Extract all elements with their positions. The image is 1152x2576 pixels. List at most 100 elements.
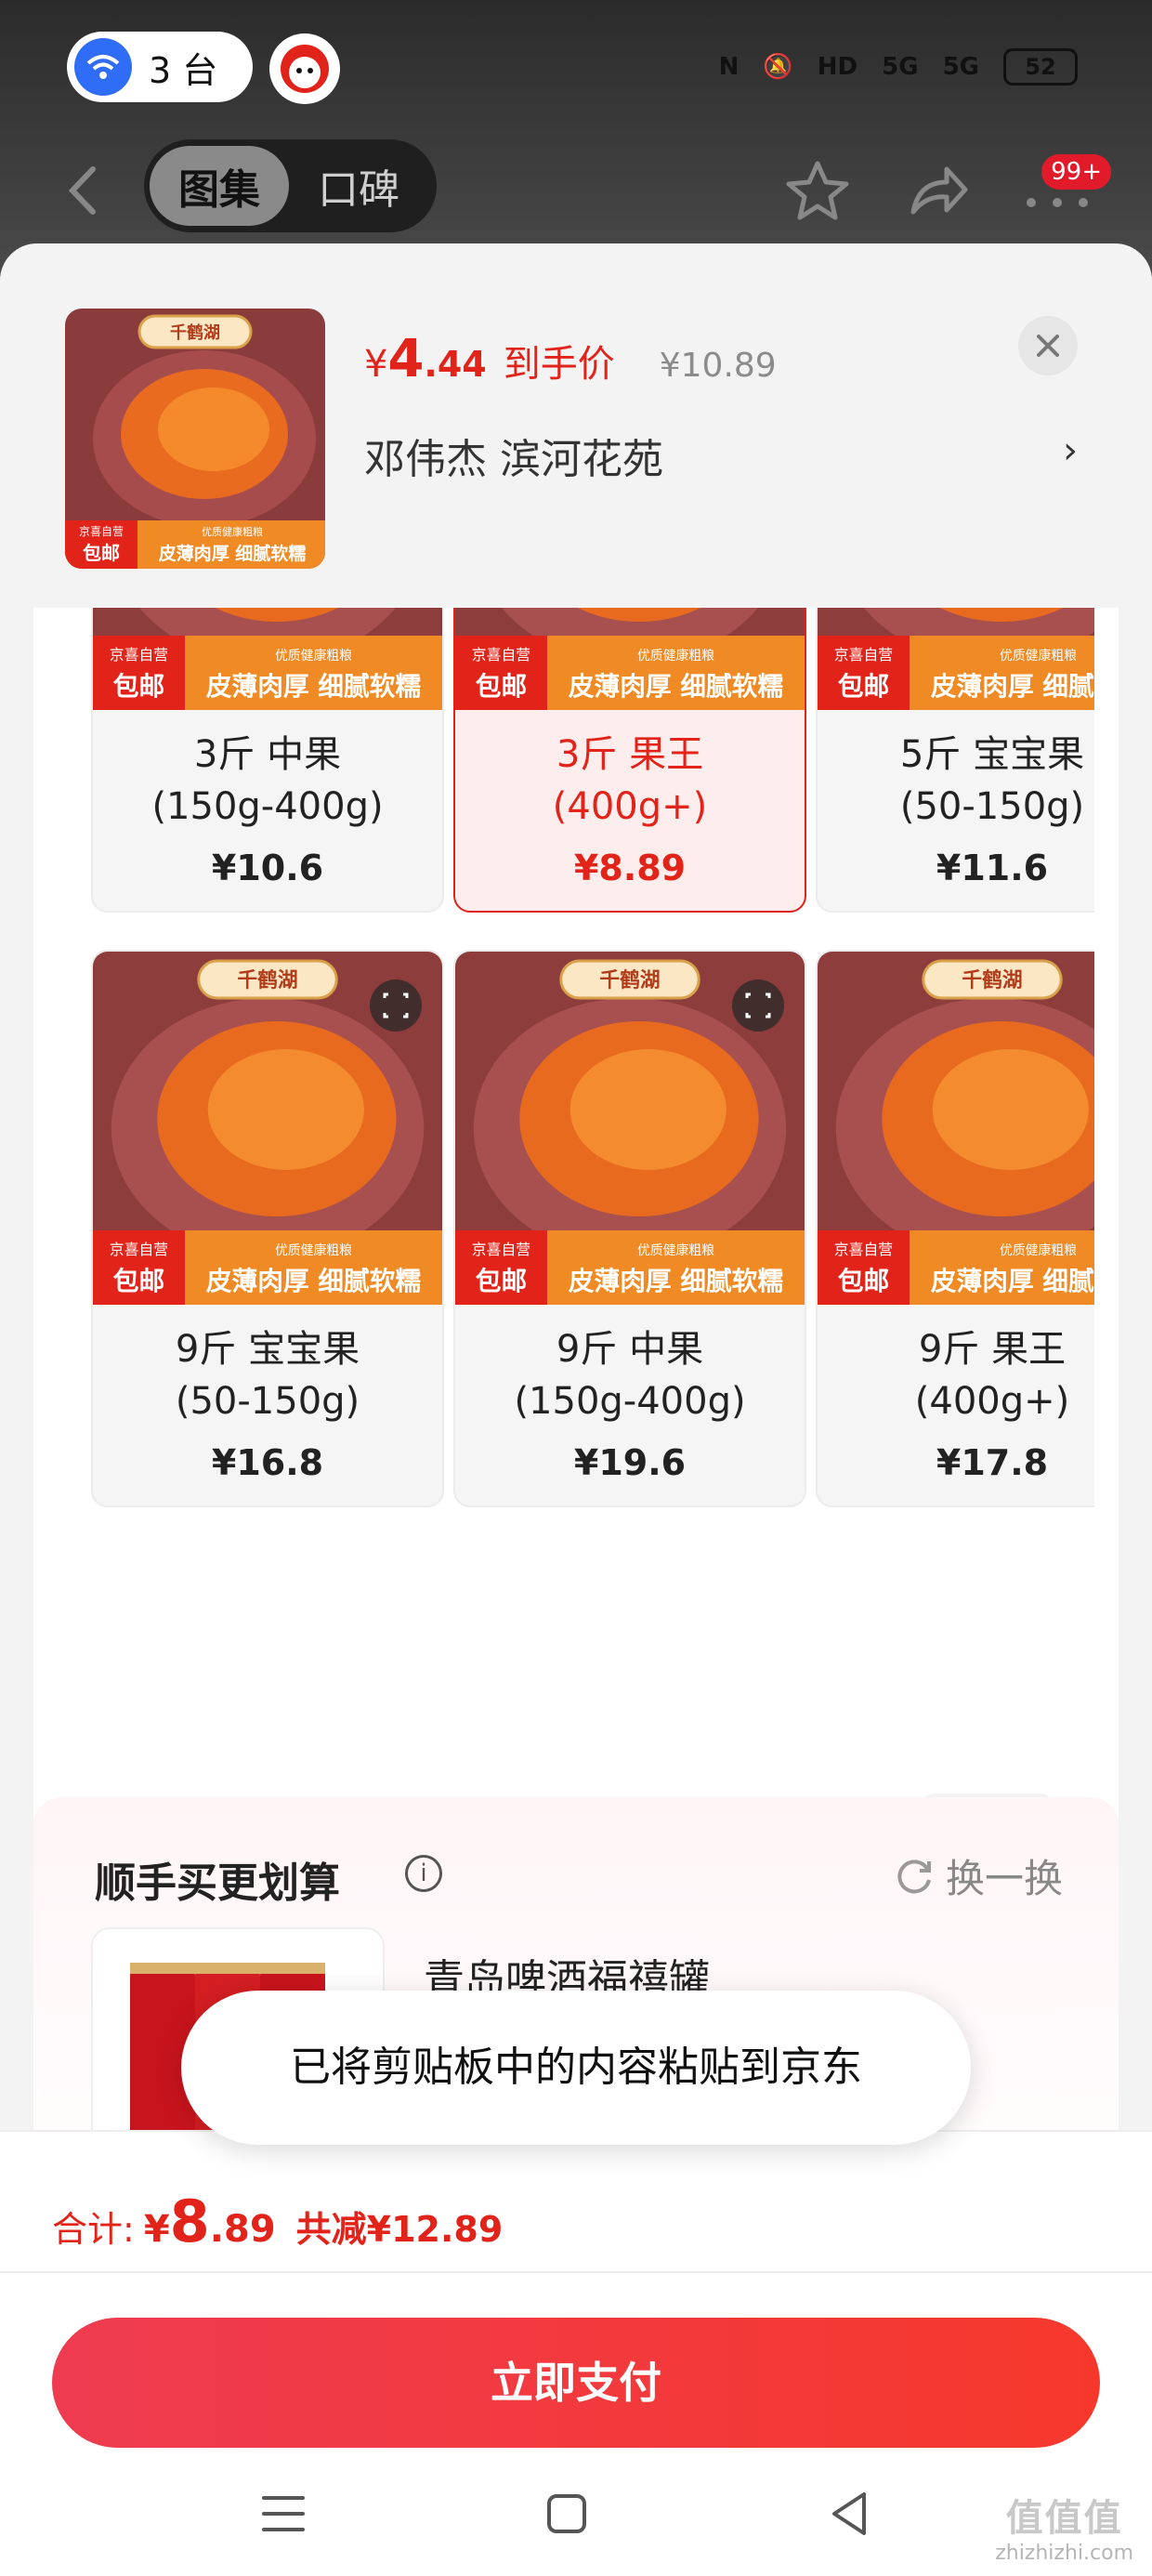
product-thumbnail[interactable]: 千鹤湖 京喜自营 包邮 优质健康粗粮 皮薄肉厚 细腻软糯 — [65, 309, 325, 569]
variant-tag-1: 京喜自营 — [834, 646, 893, 664]
variant-spec: (400g+) — [552, 785, 708, 828]
price-line: ¥4.44 到手价 ¥10.89 — [364, 329, 777, 389]
watermark-logo: 值值值 — [1005, 2497, 1123, 2540]
watermark: 值值值 zhizhizhi.com — [995, 2488, 1133, 2565]
total-row: 合计: ¥ 8 .89 共减¥12.89 — [52, 2188, 503, 2255]
variant-brand: 千鹤湖 — [237, 968, 297, 992]
star-icon[interactable] — [785, 158, 850, 223]
jd-mascot-icon — [269, 33, 340, 104]
variant-price: ¥16.8 — [211, 1442, 324, 1483]
expand-icon[interactable] — [732, 979, 784, 1032]
variant-tag-1: 京喜自营 — [110, 646, 168, 664]
share-icon[interactable] — [906, 158, 971, 223]
upsell-title: 顺手买更划算 — [95, 1860, 340, 1907]
home-icon[interactable] — [534, 2481, 599, 2546]
variant-tag-1: 京喜自营 — [472, 1241, 530, 1258]
nfc-icon: N — [718, 53, 740, 81]
pay-now-button[interactable]: 立即支付 — [52, 2318, 1100, 2448]
notification-badge: 99+ — [1041, 154, 1111, 190]
clipboard-toast: 已将剪贴板中的内容粘贴到京东 — [181, 1991, 971, 2145]
variant-spec: (150g-400g) — [151, 785, 384, 828]
variant-price: ¥8.89 — [573, 848, 687, 888]
variant-option[interactable]: 千鹤湖 京喜自营 包邮 优质健康粗粮 皮薄肉厚 细腻软糯 9斤 宝宝果 (50-150g) ¥… — [91, 950, 444, 1507]
variant-name: 3斤 果王 (400g+) — [455, 729, 805, 833]
variant-tag-2: 包邮 — [838, 1266, 890, 1296]
price-int: 4 — [387, 329, 425, 389]
hotspot-pill[interactable]: 3 台 — [67, 32, 253, 102]
hd-icon: HD — [817, 53, 858, 81]
swap-label: 换一换 — [945, 1856, 1063, 1901]
price-label: 到手价 — [503, 343, 615, 386]
tab-reviews[interactable]: 口碑 — [289, 146, 428, 226]
variant-weight: 9斤 宝宝果 — [175, 1328, 360, 1371]
thumb-slogan-small: 优质健康粗粮 — [202, 525, 263, 538]
footer-divider — [0, 2271, 1152, 2273]
variant-weight: 5斤 宝宝果 — [899, 733, 1085, 776]
variant-weight: 9斤 中果 — [556, 1328, 704, 1371]
variant-tag-1: 京喜自营 — [834, 1241, 893, 1258]
close-icon[interactable] — [1018, 316, 1078, 375]
back-icon[interactable] — [56, 158, 111, 223]
signal-icon-1: 5G — [882, 53, 919, 81]
thumb-tag-2: 包邮 — [83, 542, 120, 564]
variant-option[interactable]: 千鹤湖京喜自营包邮优质健康粗粮皮薄肉厚 细腻软糯5斤 宝宝果(50-150g)¥… — [816, 578, 1094, 913]
variant-spec: (50-150g) — [899, 785, 1085, 828]
refresh-icon — [897, 1859, 931, 1893]
variant-option[interactable]: 千鹤湖 京喜自营 包邮 优质健康粗粮 皮薄肉厚 细腻软糯 9斤 中果 (150g-400g)… — [453, 950, 806, 1507]
variant-tag-2: 包邮 — [113, 671, 165, 702]
variant-name: 5斤 宝宝果 (50-150g) — [818, 729, 1094, 833]
tab-gallery[interactable]: 图集 — [150, 146, 289, 226]
total-label: 合计: — [52, 2209, 135, 2250]
variant-weight: 3斤 果王 — [556, 733, 704, 776]
variant-price: ¥11.6 — [936, 848, 1049, 888]
variant-grid: 千鹤湖京喜自营包邮优质健康粗粮皮薄肉厚 细腻软糯3斤 中果(150g-400g)… — [91, 578, 1094, 1925]
variant-slogan: 皮薄肉厚 细腻软糯 — [206, 1266, 421, 1296]
original-price: ¥10.89 — [659, 347, 777, 385]
back-triangle-icon[interactable] — [818, 2481, 883, 2546]
variant-weight: 3斤 中果 — [193, 733, 342, 776]
variant-slogan: 皮薄肉厚 细腻软糯 — [569, 1266, 783, 1296]
price-yen: ¥ — [364, 343, 388, 386]
device-count: 3 台 — [149, 49, 218, 91]
variant-tag-2: 包邮 — [476, 671, 528, 702]
variant-price: ¥19.6 — [573, 1442, 687, 1483]
info-icon[interactable]: i — [405, 1855, 442, 1892]
variant-slogan-small: 优质健康粗粮 — [1000, 1242, 1077, 1258]
variant-name: 9斤 果王 (400g+) — [818, 1323, 1094, 1427]
chevron-right-icon[interactable]: › — [1063, 429, 1078, 472]
watermark-url: zhizhizhi.com — [995, 2542, 1133, 2565]
variant-name: 9斤 中果 (150g-400g) — [455, 1323, 805, 1427]
swap-button[interactable]: 换一换 — [894, 1847, 1063, 1904]
signal-icon-2: 5G — [942, 53, 979, 81]
variant-brand: 千鹤湖 — [962, 968, 1022, 992]
final-price: ¥4.44 — [364, 329, 487, 389]
variant-slogan: 皮薄肉厚 细腻软糯 — [931, 671, 1094, 702]
variant-tag-2: 包邮 — [838, 671, 890, 702]
total-yen: ¥ — [143, 2208, 170, 2251]
variant-option[interactable]: 千鹤湖京喜自营包邮优质健康粗粮皮薄肉厚 细腻软糯3斤 中果(150g-400g)… — [91, 578, 444, 913]
expand-icon[interactable] — [370, 979, 422, 1032]
variant-spec: (50-150g) — [175, 1380, 360, 1423]
sku-sheet: 千鹤湖 京喜自营 包邮 优质健康粗粮 皮薄肉厚 细腻软糯 ¥4.44 到手价 ¥… — [0, 243, 1152, 2576]
variant-option[interactable]: 千鹤湖 京喜自营 包邮 优质健康粗粮 皮薄肉厚 细腻软糯 9斤 果王 (400g+) ¥17.… — [816, 950, 1094, 1507]
thumb-tag-1: 京喜自营 — [79, 525, 124, 538]
variant-tag-2: 包邮 — [113, 1266, 165, 1296]
variant-name: 3斤 中果 (150g-400g) — [93, 729, 442, 833]
status-icons: N 🔕 HD 5G 5G 52 — [719, 48, 1078, 85]
status-bar: 3 台 N 🔕 HD 5G 5G 52 — [0, 0, 1152, 139]
total-dec: .89 — [209, 2208, 276, 2251]
variant-slogan-small: 优质健康粗粮 — [1000, 648, 1077, 664]
total-int: 8 — [169, 2188, 210, 2255]
wifi-icon — [74, 38, 132, 96]
menu-icon[interactable] — [251, 2481, 316, 2546]
total-savings: 共减¥12.89 — [295, 2209, 504, 2250]
battery-icon: 52 — [1003, 48, 1078, 85]
tab-switcher: 图集 口碑 — [144, 139, 437, 232]
variant-weight: 9斤 果王 — [918, 1328, 1067, 1371]
variant-tag-2: 包邮 — [476, 1266, 528, 1296]
variant-spec: (150g-400g) — [514, 1380, 746, 1423]
top-nav: 图集 口碑 99+ — [0, 139, 1152, 242]
more-icon[interactable]: 99+ — [1022, 154, 1124, 223]
variant-option[interactable]: 千鹤湖京喜自营包邮优质健康粗粮皮薄肉厚 细腻软糯3斤 果王(400g+)¥8.8… — [453, 578, 806, 913]
delivery-address[interactable]: 邓伟杰 滨河花苑 — [364, 426, 663, 485]
